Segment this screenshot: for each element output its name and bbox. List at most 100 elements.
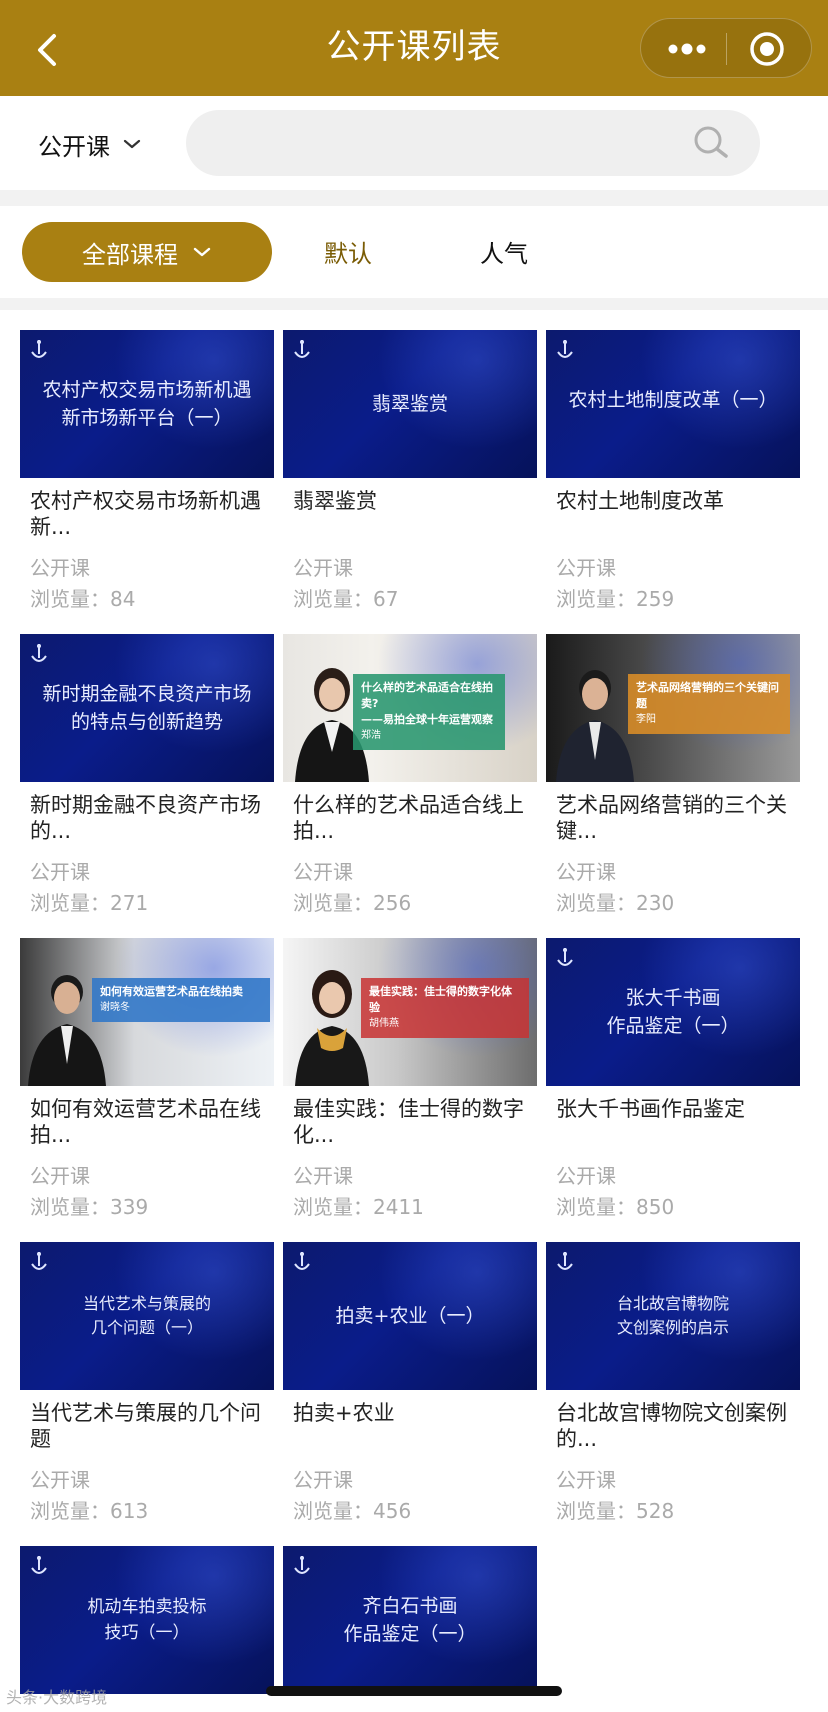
thumbnail-banner: 艺术品网络营销的三个关键问题 李阳 [628, 674, 790, 734]
course-views: 浏览量：528 [556, 1499, 675, 1523]
home-indicator[interactable] [266, 1686, 562, 1696]
course-title: 如何有效运营艺术品在线拍... [30, 1097, 261, 1147]
course-card[interactable]: 张大千书画 作品鉴定（一） 张大千书画作品鉴定 公开课 浏览量：850 [546, 938, 800, 1228]
course-title: 翡翠鉴赏 [293, 489, 377, 513]
course-type: 公开课 [556, 1164, 616, 1188]
thumbnail-text: 拍卖+农业（一） [335, 1305, 485, 1327]
banner-title: 如何有效运营艺术品在线拍卖 [100, 985, 243, 998]
course-title: 农村土地制度改革 [556, 489, 724, 513]
course-type: 公开课 [293, 860, 353, 884]
course-card[interactable]: 什么样的艺术品适合在线拍卖? ——易拍全球十年运营观察 郑浩 什么样的艺术品适合… [283, 634, 537, 924]
filter-all-label: 全部课程 [82, 240, 178, 269]
thumbnail-text: 齐白石书画 作品鉴定（一） [343, 1595, 477, 1645]
course-thumbnail: 艺术品网络营销的三个关键问题 李阳 [546, 634, 800, 782]
filter-all-courses-button[interactable]: 全部课程 [22, 222, 272, 282]
thumbnail-text: 农村土地制度改革（一） [568, 389, 778, 411]
course-views: 浏览量：259 [556, 587, 675, 611]
course-thumbnail: 机动车拍卖投标 技巧（一） [20, 1546, 274, 1694]
thumbnail-text: 当代艺术与策展的 几个问题（一） [82, 1294, 211, 1337]
thumbnail-text: 台北故宫博物院 文创案例的启示 [616, 1294, 729, 1337]
course-views: 浏览量：84 [30, 587, 136, 611]
search-input[interactable] [186, 110, 760, 176]
section-divider [0, 190, 828, 206]
category-label: 公开课 [38, 132, 110, 161]
thumbnail-text: 新时期金融不良资产市场 的特点与创新趋势 [42, 683, 252, 733]
sort-default-tab[interactable]: 默认 [324, 234, 372, 269]
course-thumbnail: 最佳实践：佳士得的数字化体验 胡伟燕 [283, 938, 537, 1086]
mini-program-capsule [640, 18, 812, 78]
thumbnail-banner: 如何有效运营艺术品在线拍卖 谢晓冬 [92, 978, 270, 1022]
search-row: 公开课 [0, 96, 828, 190]
watermark: 头条·大数跨境 [6, 1688, 108, 1707]
course-thumbnail: 翡翠鉴赏 [283, 330, 537, 478]
course-views: 浏览量：339 [30, 1195, 149, 1219]
banner-title: 艺术品网络营销的三个关键问题 [636, 681, 779, 710]
course-title: 台北故宫博物院文创案例的... [556, 1401, 787, 1451]
course-grid: 农村产权交易市场新机遇 新市场新平台（一） 农村产权交易市场新机遇新... 公开… [0, 310, 828, 1712]
course-title: 最佳实践：佳士得的数字化... [293, 1097, 524, 1147]
course-card[interactable]: 拍卖+农业（一） 拍卖+农业 公开课 浏览量：456 [283, 1242, 537, 1532]
course-thumbnail: 当代艺术与策展的 几个问题（一） [20, 1242, 274, 1390]
course-card[interactable]: 如何有效运营艺术品在线拍卖 谢晓冬 如何有效运营艺术品在线拍... 公开课 浏览… [20, 938, 274, 1228]
course-title: 艺术品网络营销的三个关键... [556, 793, 787, 843]
banner-title: 最佳实践：佳士得的数字化体验 [369, 985, 512, 1014]
thumbnail-text: 张大千书画 作品鉴定（一） [606, 987, 740, 1037]
thumbnail-text: 翡翠鉴赏 [371, 393, 448, 415]
course-card[interactable]: 翡翠鉴赏 翡翠鉴赏 公开课 浏览量：67 [283, 330, 537, 620]
search-icon[interactable] [692, 124, 730, 162]
filter-row: 全部课程 默认 人气 [0, 206, 828, 298]
course-type: 公开课 [30, 860, 90, 884]
course-thumbnail: 拍卖+农业（一） [283, 1242, 537, 1390]
nav-header: 公开课列表 [0, 0, 828, 96]
banner-speaker: 谢晓冬 [100, 1002, 130, 1013]
course-card[interactable]: 农村产权交易市场新机遇 新市场新平台（一） 农村产权交易市场新机遇新... 公开… [20, 330, 274, 620]
course-title: 当代艺术与策展的几个问题 [30, 1401, 261, 1451]
course-card[interactable]: 最佳实践：佳士得的数字化体验 胡伟燕 最佳实践：佳士得的数字化... 公开课 浏… [283, 938, 537, 1228]
more-dots-icon[interactable] [667, 31, 707, 67]
category-select[interactable]: 公开课 [38, 124, 142, 164]
banner-title: 什么样的艺术品适合在线拍卖? ——易拍全球十年运营观察 [361, 681, 493, 726]
thumbnail-banner: 最佳实践：佳士得的数字化体验 胡伟燕 [361, 978, 529, 1038]
course-card[interactable]: 艺术品网络营销的三个关键问题 李阳 艺术品网络营销的三个关键... 公开课 浏览… [546, 634, 800, 924]
section-divider [0, 298, 828, 310]
course-thumbnail: 如何有效运营艺术品在线拍卖 谢晓冬 [20, 938, 274, 1086]
course-type: 公开课 [556, 860, 616, 884]
thumbnail-text: 农村产权交易市场新机遇 新市场新平台（一） [42, 379, 252, 429]
course-views: 浏览量：256 [293, 891, 412, 915]
course-type: 公开课 [30, 1164, 90, 1188]
course-title: 拍卖+农业 [293, 1401, 395, 1425]
course-type: 公开课 [30, 1468, 90, 1492]
banner-speaker: 郑浩 [361, 730, 381, 741]
course-thumbnail: 齐白石书画 作品鉴定（一） [283, 1546, 537, 1694]
course-thumbnail: 农村产权交易市场新机遇 新市场新平台（一） [20, 330, 274, 478]
course-thumbnail: 新时期金融不良资产市场 的特点与创新趋势 [20, 634, 274, 782]
course-views: 浏览量：271 [30, 891, 149, 915]
chevron-down-icon [123, 139, 141, 149]
banner-speaker: 胡伟燕 [369, 1018, 399, 1029]
course-type: 公开课 [293, 556, 353, 580]
thumbnail-text: 机动车拍卖投标 技巧（一） [87, 1597, 207, 1643]
course-card[interactable]: 台北故宫博物院 文创案例的启示 台北故宫博物院文创案例的... 公开课 浏览量：… [546, 1242, 800, 1532]
banner-speaker: 李阳 [636, 714, 656, 725]
chevron-down-icon [193, 247, 211, 257]
course-card[interactable]: 当代艺术与策展的 几个问题（一） 当代艺术与策展的几个问题 公开课 浏览量：61… [20, 1242, 274, 1532]
thumbnail-banner: 什么样的艺术品适合在线拍卖? ——易拍全球十年运营观察 郑浩 [353, 674, 505, 750]
course-views: 浏览量：613 [30, 1499, 149, 1523]
course-type: 公开课 [293, 1164, 353, 1188]
course-card[interactable]: 农村土地制度改革（一） 农村土地制度改革 公开课 浏览量：259 [546, 330, 800, 620]
course-views: 浏览量：456 [293, 1499, 412, 1523]
course-title: 什么样的艺术品适合线上拍... [293, 793, 524, 843]
course-title: 新时期金融不良资产市场的... [30, 793, 261, 843]
course-title: 张大千书画作品鉴定 [556, 1097, 745, 1121]
course-views: 浏览量：2411 [293, 1195, 424, 1219]
sort-popular-tab[interactable]: 人气 [480, 234, 528, 269]
course-views: 浏览量：230 [556, 891, 675, 915]
course-type: 公开课 [30, 556, 90, 580]
capsule-divider [726, 33, 727, 65]
speaker-photo [556, 670, 634, 782]
course-card[interactable]: 新时期金融不良资产市场 的特点与创新趋势 新时期金融不良资产市场的... 公开课… [20, 634, 274, 924]
course-type: 公开课 [556, 1468, 616, 1492]
target-circle-icon[interactable] [749, 31, 785, 67]
course-type: 公开课 [293, 1468, 353, 1492]
course-thumbnail: 农村土地制度改革（一） [546, 330, 800, 478]
